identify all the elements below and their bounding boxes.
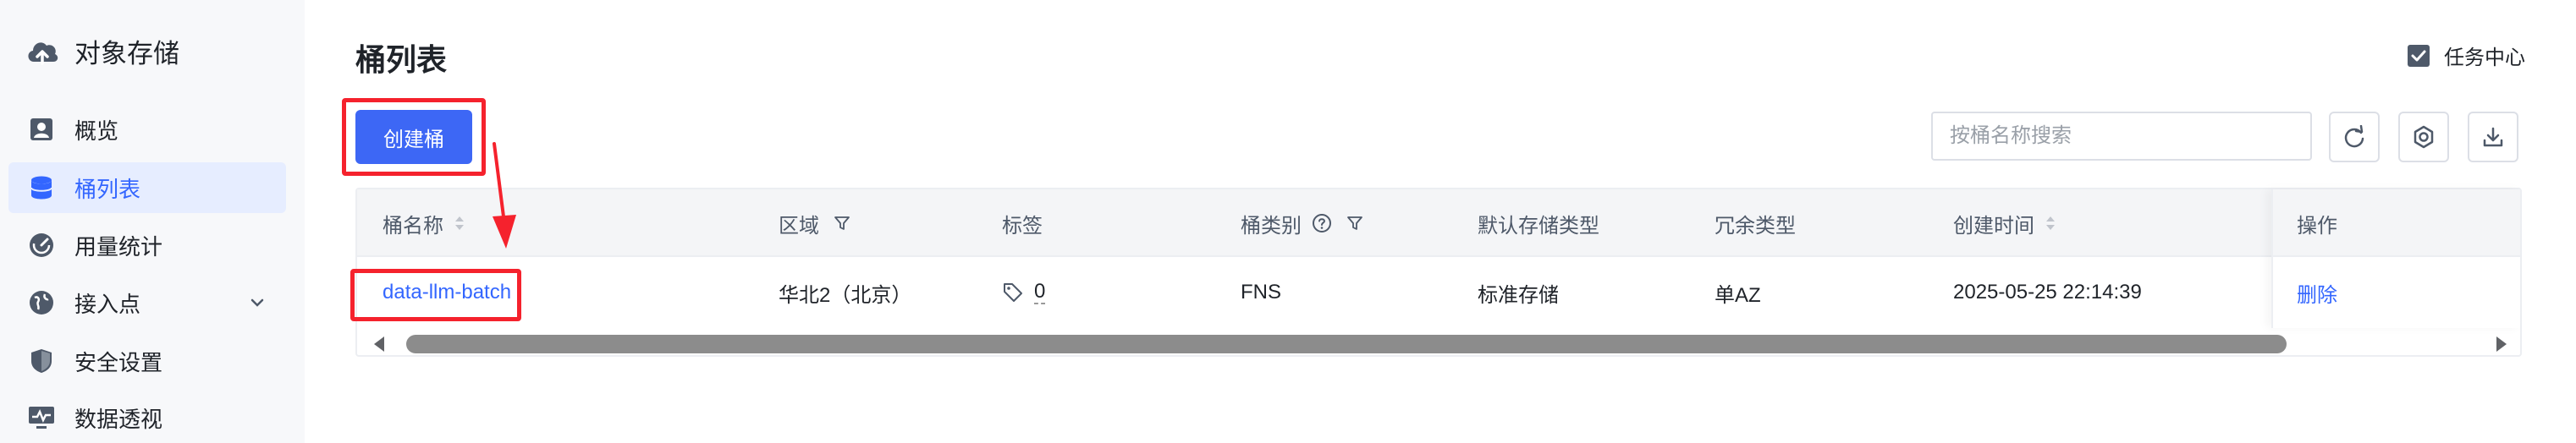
horizontal-scrollbar[interactable] <box>357 328 2520 357</box>
column-header-name[interactable]: 桶名称 <box>383 189 465 257</box>
region-cell: 华北2（北京） <box>779 283 912 307</box>
sidebar-item-label: 用量统计 <box>74 233 163 260</box>
table-row: data-llm-batch 华北2（北京） 0 FNS 标准存储 单AZ 20… <box>357 257 2520 328</box>
sidebar-item-overview[interactable]: 概览 <box>8 104 286 155</box>
sidebar-item-usage-stats[interactable]: 用量统计 <box>8 220 286 271</box>
gauge-icon <box>27 231 56 260</box>
column-header-region[interactable]: 区域 <box>779 189 851 257</box>
scroll-left-icon[interactable] <box>369 333 391 355</box>
chevron-down-icon[interactable] <box>247 293 267 313</box>
fixed-action-column <box>2271 189 2522 328</box>
create-bucket-button[interactable]: 创建桶 <box>355 110 472 164</box>
column-header-storage-type: 默认存储类型 <box>1478 214 1599 238</box>
cloud-upload-icon <box>28 41 58 65</box>
shield-icon <box>27 347 56 375</box>
tag-count[interactable]: 0 <box>1034 281 1046 304</box>
task-center-button[interactable]: 任务中心 <box>2407 41 2525 70</box>
sort-icon[interactable] <box>454 214 465 232</box>
page-title: 桶列表 <box>355 42 448 77</box>
tag-icon <box>1004 283 1022 302</box>
download-button[interactable] <box>2468 112 2518 162</box>
task-center-label: 任务中心 <box>2444 46 2525 69</box>
globe-icon <box>27 288 56 317</box>
arrow-annotation-icon <box>493 142 516 249</box>
sidebar-item-label: 安全设置 <box>74 349 163 375</box>
bucket-table: 桶名称 区域 标签 桶类别 默认存储类型 冗余类型 创建时间 操作 data-l… <box>355 188 2522 357</box>
filter-icon[interactable] <box>1346 214 1364 232</box>
bucket-name-link[interactable]: data-llm-batch <box>383 257 511 328</box>
settings-button[interactable] <box>2398 112 2449 162</box>
storage-type-cell: 标准存储 <box>1478 283 1559 307</box>
sidebar-item-label: 数据透视 <box>74 406 163 432</box>
refresh-button[interactable] <box>2329 112 2380 162</box>
column-header-created[interactable]: 创建时间 <box>1953 189 2056 257</box>
category-cell: FNS <box>1241 281 1281 304</box>
sidebar: 对象存储 概览 桶列表 用量统计 接入点 安全设置 数据透视 <box>0 0 305 443</box>
checkbox-icon[interactable] <box>2407 44 2430 68</box>
refresh-icon <box>2344 125 2364 148</box>
monitor-chart-icon <box>27 403 56 432</box>
scroll-right-icon[interactable] <box>2490 333 2512 355</box>
sidebar-item-access-points[interactable]: 接入点 <box>8 277 286 328</box>
column-header-redundancy: 冗余类型 <box>1715 214 1796 238</box>
sidebar-item-label: 接入点 <box>74 291 141 317</box>
database-icon <box>27 173 56 202</box>
column-header-category[interactable]: 桶类别 <box>1241 189 1364 257</box>
sidebar-item-bucket-list[interactable]: 桶列表 <box>8 162 286 213</box>
created-time-cell: 2025-05-25 22:14:39 <box>1953 281 2142 304</box>
brand-title: 对象存储 <box>74 39 179 68</box>
sidebar-item-label: 概览 <box>74 118 119 144</box>
sort-icon[interactable] <box>2045 214 2056 232</box>
search-input[interactable] <box>1931 112 2312 161</box>
gear-icon <box>2414 125 2434 149</box>
person-card-icon <box>27 115 56 144</box>
column-header-tags: 标签 <box>1002 214 1043 238</box>
sidebar-item-security[interactable]: 安全设置 <box>8 336 286 386</box>
redundancy-cell: 单AZ <box>1715 283 1761 307</box>
filter-icon[interactable] <box>833 214 851 232</box>
table-header: 桶名称 区域 标签 桶类别 默认存储类型 冗余类型 创建时间 操作 <box>357 189 2520 257</box>
help-icon[interactable] <box>1312 213 1332 233</box>
download-icon <box>2483 127 2503 147</box>
tags-cell[interactable]: 0 <box>1002 257 1046 328</box>
scrollbar-thumb[interactable] <box>406 335 2287 353</box>
brand: 对象存储 <box>24 32 179 70</box>
sidebar-item-label: 桶列表 <box>74 176 141 202</box>
sidebar-item-data-insight[interactable]: 数据透视 <box>8 392 286 443</box>
